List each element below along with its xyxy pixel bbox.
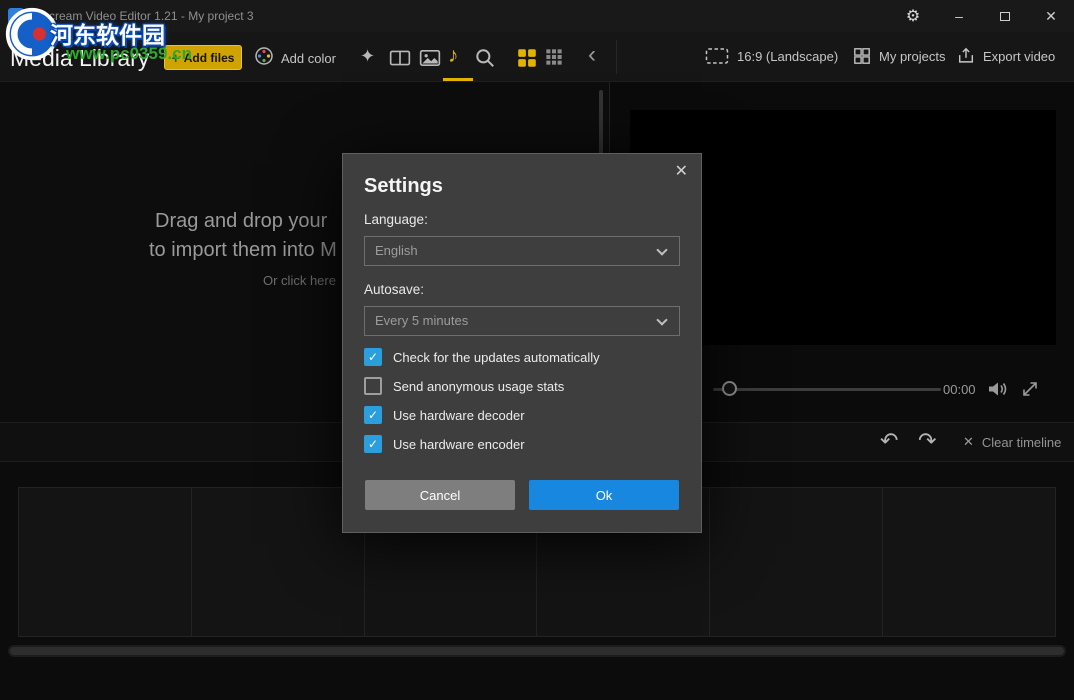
toolbar-divider (616, 40, 617, 74)
app-window: Icecream Video Editor 1.21 - My project … (0, 0, 1074, 700)
timeline-cell (710, 488, 883, 636)
seek-slider-handle[interactable] (722, 381, 737, 396)
palette-icon (254, 46, 274, 71)
drop-hint-line1: Drag and drop your (155, 210, 327, 233)
check-icon: ✓ (368, 351, 378, 363)
maximize-button[interactable] (982, 0, 1028, 32)
add-files-label: Add files (184, 51, 235, 65)
transitions-icon[interactable] (389, 47, 411, 69)
checkbox-updates-label: Check for the updates automatically (393, 350, 600, 365)
export-video-label: Export video (983, 49, 1055, 64)
checkbox-row-stats[interactable]: ✓ Send anonymous usage stats (364, 376, 564, 396)
checkbox-hw-encoder-label: Use hardware encoder (393, 437, 525, 452)
timeline-scrollbar-thumb[interactable] (10, 647, 1064, 655)
dialog-title: Settings (364, 175, 443, 198)
aspect-ratio-label: 16:9 (Landscape) (737, 49, 838, 64)
autosave-dropdown[interactable]: Every 5 minutes (364, 306, 680, 336)
aspect-ratio-icon (705, 47, 729, 65)
timeline-cell (883, 488, 1055, 636)
timeline-scrollbar[interactable] (8, 645, 1066, 657)
check-icon: ✓ (368, 438, 378, 450)
autosave-label: Autosave: (364, 282, 424, 297)
aspect-ratio-button[interactable]: 16:9 (Landscape) (705, 47, 838, 65)
cancel-button[interactable]: Cancel (365, 480, 515, 510)
export-video-button[interactable]: Export video (957, 47, 1055, 65)
redo-icon[interactable]: ↷ (918, 428, 936, 454)
total-time: 00:00 (943, 382, 976, 397)
language-dropdown[interactable]: English (364, 236, 680, 266)
checkbox-hw-encoder[interactable]: ✓ (364, 435, 382, 453)
settings-gear-icon[interactable]: ⚙ (896, 0, 930, 32)
clear-timeline-label: Clear timeline (982, 435, 1061, 450)
checkbox-hw-decoder[interactable]: ✓ (364, 406, 382, 424)
close-button[interactable]: ✕ (1028, 0, 1074, 32)
add-files-button[interactable]: + Add files (164, 45, 242, 70)
seek-slider-track[interactable] (713, 388, 941, 391)
checkbox-row-hw-encoder[interactable]: ✓ Use hardware encoder (364, 434, 525, 454)
checkbox-stats[interactable]: ✓ (364, 377, 382, 395)
language-label: Language: (364, 212, 428, 227)
check-icon: ✓ (368, 409, 378, 421)
clear-x-icon: ✕ (963, 434, 974, 450)
my-projects-button[interactable]: My projects (853, 47, 945, 65)
small-grid-view-icon[interactable] (545, 48, 563, 66)
plus-icon: + (172, 51, 180, 65)
maximize-icon (1000, 12, 1010, 21)
active-tab-underline (443, 78, 473, 81)
effects-star-icon[interactable]: ✦ (360, 47, 375, 65)
checkbox-row-hw-decoder[interactable]: ✓ Use hardware decoder (364, 405, 525, 425)
section-title: Media Library (10, 45, 149, 72)
checkbox-row-updates[interactable]: ✓ Check for the updates automatically (364, 347, 600, 367)
minimize-button[interactable]: – (936, 0, 982, 32)
drop-hint-line2: to import them into M (149, 239, 337, 262)
clear-timeline-button[interactable]: ✕ Clear timeline (963, 434, 1061, 450)
projects-grid-icon (853, 47, 871, 65)
my-projects-label: My projects (879, 49, 945, 64)
language-value: English (365, 237, 679, 265)
export-upload-icon (957, 47, 975, 65)
checkbox-hw-decoder-label: Use hardware decoder (393, 408, 525, 423)
undo-icon[interactable]: ↶ (880, 428, 898, 454)
app-logo-icon (8, 8, 24, 24)
ok-button[interactable]: Ok (529, 480, 679, 510)
add-color-label: Add color (281, 51, 336, 66)
click-here-hint[interactable]: Or click here (263, 273, 336, 288)
image-icon[interactable] (419, 47, 441, 69)
music-note-icon[interactable]: ♪ (448, 45, 459, 66)
timeline-cell (192, 488, 365, 636)
checkbox-updates[interactable]: ✓ (364, 348, 382, 366)
dialog-close-icon[interactable]: ✕ (675, 161, 688, 181)
autosave-value: Every 5 minutes (365, 307, 679, 335)
volume-icon[interactable] (986, 379, 1010, 399)
collapse-panel-icon[interactable]: ‹ (588, 43, 596, 67)
titlebar: Icecream Video Editor 1.21 - My project … (0, 0, 1074, 32)
timeline-cell (19, 488, 192, 636)
grid-view-icon[interactable] (516, 47, 538, 69)
settings-dialog: ✕ Settings Language: English Autosave: E… (342, 153, 702, 533)
search-icon[interactable] (474, 47, 496, 69)
fullscreen-icon[interactable] (1020, 379, 1040, 399)
add-color-button[interactable]: Add color (254, 47, 336, 69)
window-title: Icecream Video Editor 1.21 - My project … (33, 9, 254, 23)
toolbar: Media Library + Add files Add color ✦ ♪ (0, 32, 1074, 82)
checkbox-stats-label: Send anonymous usage stats (393, 379, 564, 394)
